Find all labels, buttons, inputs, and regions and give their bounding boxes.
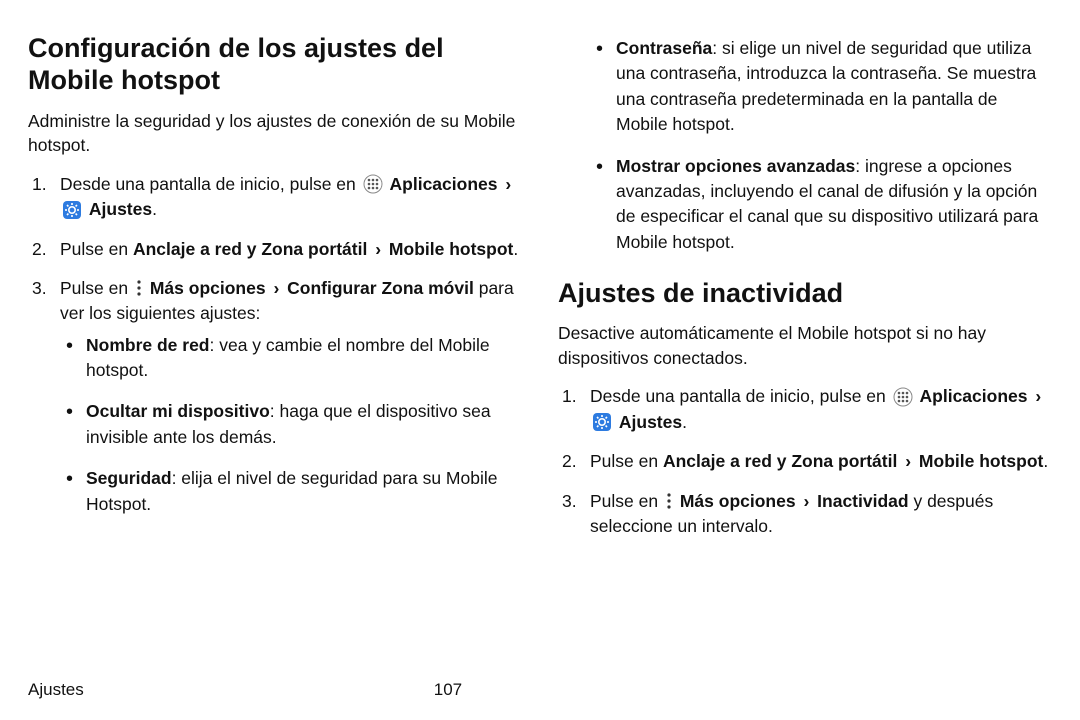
bullet-label: Seguridad (86, 468, 172, 488)
step-1: Desde una pantalla de inicio, pulse en A… (558, 384, 1052, 435)
step-2: Pulse en Anclaje a red y Zona portátil ›… (28, 237, 522, 262)
step-text: Desde una pantalla de inicio, pulse en (60, 174, 361, 194)
bullet-password: Contraseña: si elige un nivel de segurid… (590, 36, 1052, 138)
manual-page: Configuración de los ajustes del Mobile … (0, 0, 1080, 720)
footer-section: Ajustes (28, 680, 84, 700)
step-text: Pulse en (60, 239, 133, 259)
more-options-icon (665, 492, 673, 510)
bullet-label: Contraseña (616, 38, 712, 58)
chevron-icon: › (273, 278, 279, 298)
more-options-label: Más opciones (680, 491, 796, 511)
bullet-hide-device: Ocultar mi dispositivo: haga que el disp… (60, 399, 522, 450)
inactivity-label: Inactividad (817, 491, 908, 511)
apps-label: Aplicaciones (920, 386, 1028, 406)
page-number: 107 (434, 680, 462, 700)
step-3: Pulse en Más opciones › Inactividad y de… (558, 489, 1052, 540)
apps-label: Aplicaciones (390, 174, 498, 194)
apps-grid-icon (363, 174, 383, 194)
settings-label: Ajustes (619, 412, 682, 432)
intro-text-inactivity: Desactive automáticamente el Mobile hots… (558, 321, 1052, 370)
chevron-icon: › (375, 239, 381, 259)
left-column: Configuración de los ajustes del Mobile … (28, 32, 522, 660)
right-column: Contraseña: si elige un nivel de segurid… (558, 32, 1052, 660)
bullet-security: Seguridad: elija el nivel de seguridad p… (60, 466, 522, 517)
apps-grid-icon (893, 387, 913, 407)
step-text: Desde una pantalla de inicio, pulse en (590, 386, 891, 406)
bullet-label: Nombre de red (86, 335, 210, 355)
anchor-label: Anclaje a red y Zona portátil (133, 239, 367, 259)
step-text: Pulse en (590, 451, 663, 471)
step-1: Desde una pantalla de inicio, pulse en A… (28, 172, 522, 223)
bullet-advanced: Mostrar opciones avanzadas: ingrese a op… (590, 154, 1052, 256)
bullet-label: Mostrar opciones avanzadas (616, 156, 855, 176)
section-title-config: Configuración de los ajustes del Mobile … (28, 32, 522, 97)
step-2: Pulse en Anclaje a red y Zona portátil ›… (558, 449, 1052, 474)
configure-zone-label: Configurar Zona móvil (287, 278, 474, 298)
anchor-label: Anclaje a red y Zona portátil (663, 451, 897, 471)
step-3: Pulse en Más opciones › Configurar Zona … (28, 276, 522, 517)
more-options-icon (135, 279, 143, 297)
chevron-icon: › (505, 174, 511, 194)
period: . (513, 239, 518, 259)
settings-bullets: Nombre de red: vea y cambie el nombre de… (60, 333, 522, 517)
intro-text: Administre la seguridad y los ajustes de… (28, 109, 522, 158)
settings-label: Ajustes (89, 199, 152, 219)
period: . (682, 412, 687, 432)
period: . (1043, 451, 1048, 471)
steps-list-inactivity: Desde una pantalla de inicio, pulse en A… (558, 384, 1052, 539)
chevron-icon: › (905, 451, 911, 471)
mobile-hotspot-label: Mobile hotspot (919, 451, 1043, 471)
mobile-hotspot-label: Mobile hotspot (389, 239, 513, 259)
chevron-icon: › (803, 491, 809, 511)
page-footer: Ajustes 107 (28, 680, 1052, 700)
settings-bullets-continued: Contraseña: si elige un nivel de segurid… (590, 36, 1052, 255)
period: . (152, 199, 157, 219)
more-options-label: Más opciones (150, 278, 266, 298)
steps-list-config: Desde una pantalla de inicio, pulse en A… (28, 172, 522, 517)
step-text: Pulse en (60, 278, 133, 298)
settings-gear-icon (592, 412, 612, 432)
section-title-inactivity: Ajustes de inactividad (558, 277, 1052, 309)
bullet-label: Ocultar mi dispositivo (86, 401, 270, 421)
columns: Configuración de los ajustes del Mobile … (28, 32, 1052, 660)
settings-gear-icon (62, 200, 82, 220)
chevron-icon: › (1035, 386, 1041, 406)
bullet-network-name: Nombre de red: vea y cambie el nombre de… (60, 333, 522, 384)
step-text: Pulse en (590, 491, 663, 511)
